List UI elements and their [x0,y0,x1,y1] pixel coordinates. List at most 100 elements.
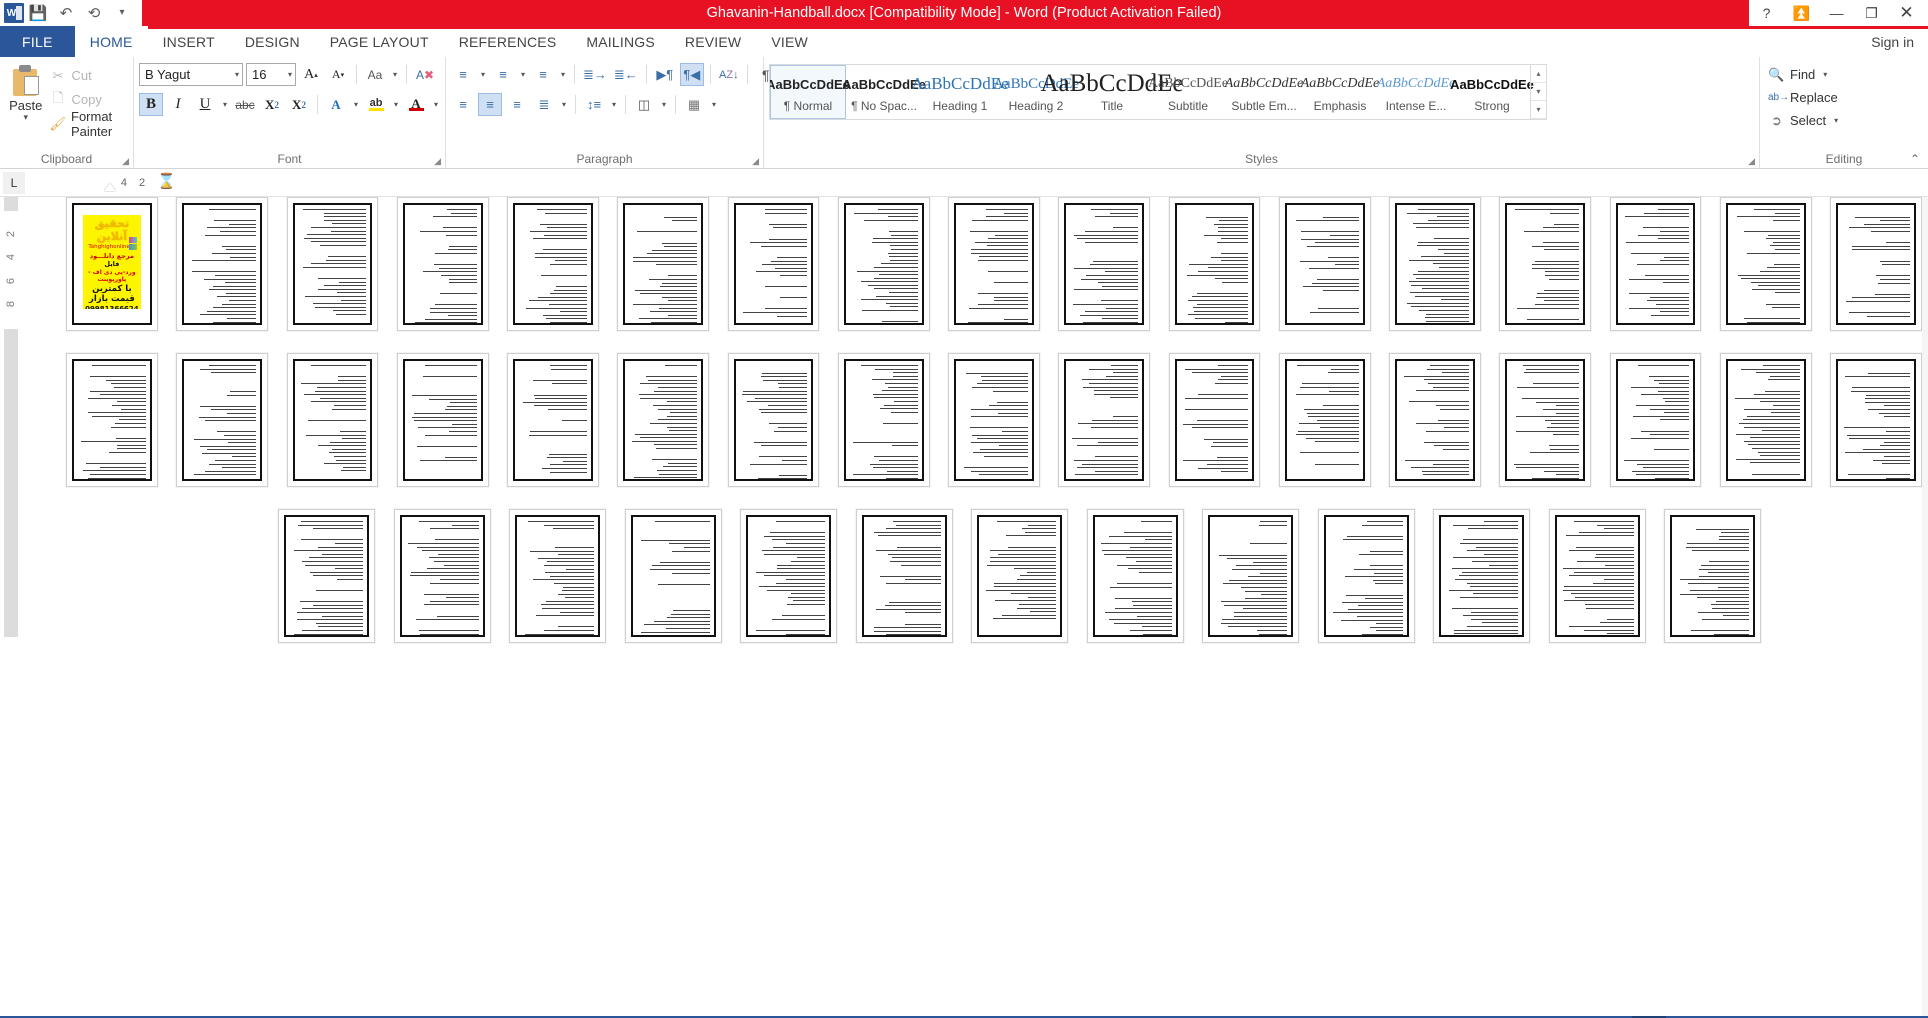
tab-stop-selector[interactable]: L [3,171,25,194]
page-thumbnail[interactable] [1433,509,1530,643]
save-icon[interactable]: 💾 [24,0,52,26]
page-thumbnail[interactable] [176,197,269,331]
restore-button[interactable]: ❐ [1854,0,1889,26]
page-thumbnail[interactable] [1086,509,1184,643]
page-thumbnail[interactable] [948,353,1040,487]
sort-button[interactable]: A Z ↓ [717,63,741,86]
find-dropdown-icon[interactable]: ▾ [1820,70,1830,79]
decrease-indent-button[interactable]: ≣→ [581,63,609,86]
borders-dropdown-icon[interactable]: ▾ [709,100,719,109]
clear-formatting-button[interactable]: A ✖ [413,63,437,86]
align-right-button[interactable]: ≡ [505,93,529,116]
style-emphasis[interactable]: AaBbCcDdEe Emphasis [1301,65,1380,119]
page-thumbnail[interactable] [740,509,837,643]
subscript-button[interactable]: X2 [260,93,284,116]
align-left-button[interactable]: ≡ [451,93,475,116]
underline-dropdown-icon[interactable]: ▾ [220,100,230,109]
multilevel-dropdown-icon[interactable]: ▾ [558,70,568,79]
page-thumbnail[interactable] [624,509,722,643]
undo-icon[interactable]: ↶ [52,0,80,26]
clipboard-dialog-launcher-icon[interactable]: ◢ [122,156,129,167]
paste-dropdown-icon[interactable]: ▾ [23,113,28,122]
page-thumbnail[interactable] [507,197,599,331]
first-line-indent-marker[interactable] [104,183,116,191]
style-title[interactable]: AaBbCcDdEe Title [1040,65,1183,119]
page-thumbnail[interactable] [1499,197,1592,331]
styles-gallery-scrollbar[interactable]: ▴ ▾ ▾ [1530,65,1546,119]
close-button[interactable]: ✕ [1889,0,1924,26]
page-thumbnail[interactable] [278,509,375,643]
bullets-dropdown-icon[interactable]: ▾ [478,70,488,79]
redo-icon[interactable]: ⟲ [80,0,108,26]
customize-qat-icon[interactable]: ▾ [108,0,136,26]
page-thumbnail[interactable] [1719,353,1812,487]
style-normal[interactable]: AaBbCcDdEe ¶ Normal [770,65,850,119]
page-thumbnail[interactable] [1389,353,1481,487]
font-size-dropdown-icon[interactable]: ▾ [288,70,292,79]
page-thumbnail[interactable] [1202,509,1299,643]
page-thumbnail[interactable] [393,509,491,643]
font-dialog-launcher-icon[interactable]: ◢ [434,156,441,167]
page-thumbnail[interactable] [837,197,930,331]
page-thumbnail[interactable] [1609,353,1702,487]
tab-mailings[interactable]: MAILINGS [571,26,670,57]
shrink-font-button[interactable]: A ▾ [326,63,350,86]
select-dropdown-icon[interactable]: ▾ [1831,116,1841,125]
page-thumbnail[interactable] [948,197,1040,331]
page-thumbnail[interactable] [1278,197,1371,331]
font-color-dropdown-icon[interactable]: ▾ [431,100,441,109]
page-thumbnail[interactable] [971,509,1068,643]
page-thumbnail[interactable] [507,353,599,487]
vertical-ruler[interactable]: 2 4 6 8 [0,197,22,1016]
text-highlight-button[interactable]: ab [364,93,388,116]
style-subtle-emphasis[interactable]: AaBbCcDdEe Subtle Em... [1225,65,1304,119]
page-thumbnail[interactable] [396,197,489,331]
align-center-button[interactable]: ≡ [478,93,502,116]
page-thumbnail[interactable] [1168,353,1261,487]
justify-dropdown-icon[interactable]: ▾ [559,100,569,109]
page-thumbnail[interactable] [837,353,930,487]
tab-page-layout[interactable]: PAGE LAYOUT [315,26,444,57]
tab-review[interactable]: REVIEW [670,26,756,57]
page-thumbnail[interactable] [1389,197,1481,331]
shading-dropdown-icon[interactable]: ▾ [659,100,669,109]
page-thumbnail[interactable] [1548,509,1646,643]
page-thumbnail[interactable] [1168,197,1261,331]
tab-references[interactable]: REFERENCES [444,26,572,57]
styles-dialog-launcher-icon[interactable]: ◢ [1748,156,1755,167]
increase-indent-button[interactable]: ≣← [612,63,640,86]
styles-scroll-down-icon[interactable]: ▾ [1531,83,1546,101]
page-thumbnail[interactable] [66,353,158,487]
format-painter-button[interactable]: 🖌 Format Painter [46,109,128,139]
page-thumbnail[interactable] [617,197,710,331]
bold-button[interactable]: B [139,93,163,116]
italic-button[interactable]: I [166,93,190,116]
change-case-dropdown-icon[interactable]: ▾ [390,70,400,79]
page-thumbnail[interactable] [727,353,820,487]
minimize-button[interactable]: — [1819,0,1854,26]
line-spacing-dropdown-icon[interactable]: ▾ [609,100,619,109]
bullets-button[interactable]: ≡ [451,63,475,86]
justify-button[interactable]: ≣ [532,93,556,116]
tab-file[interactable]: FILE [0,26,75,57]
page-thumbnail[interactable] [1830,353,1923,487]
page-thumbnail[interactable] [1058,197,1151,331]
change-case-button[interactable]: Aa [363,63,387,86]
page-thumbnail[interactable] [1664,509,1761,643]
help-button[interactable]: ? [1749,0,1784,26]
tab-view[interactable]: VIEW [756,26,823,57]
replace-button[interactable]: ab→ Replace [1765,87,1844,108]
styles-scroll-up-icon[interactable]: ▴ [1531,65,1546,83]
vertical-scrollbar[interactable] [1922,197,1928,1016]
multilevel-list-button[interactable]: ≡ [531,63,555,86]
page-thumbnail[interactable] [1058,353,1151,487]
highlight-dropdown-icon[interactable]: ▾ [391,100,401,109]
borders-button[interactable]: ▦ [682,93,706,116]
underline-button[interactable]: U [193,93,217,116]
text-effects-dropdown-icon[interactable]: ▾ [351,100,361,109]
text-effects-button[interactable]: A [324,93,348,116]
page-thumbnail[interactable] [617,353,710,487]
page-thumbnail[interactable] [286,353,379,487]
page-thumbnail[interactable] [1609,197,1702,331]
collapse-ribbon-icon[interactable]: ⌃ [1910,152,1920,166]
